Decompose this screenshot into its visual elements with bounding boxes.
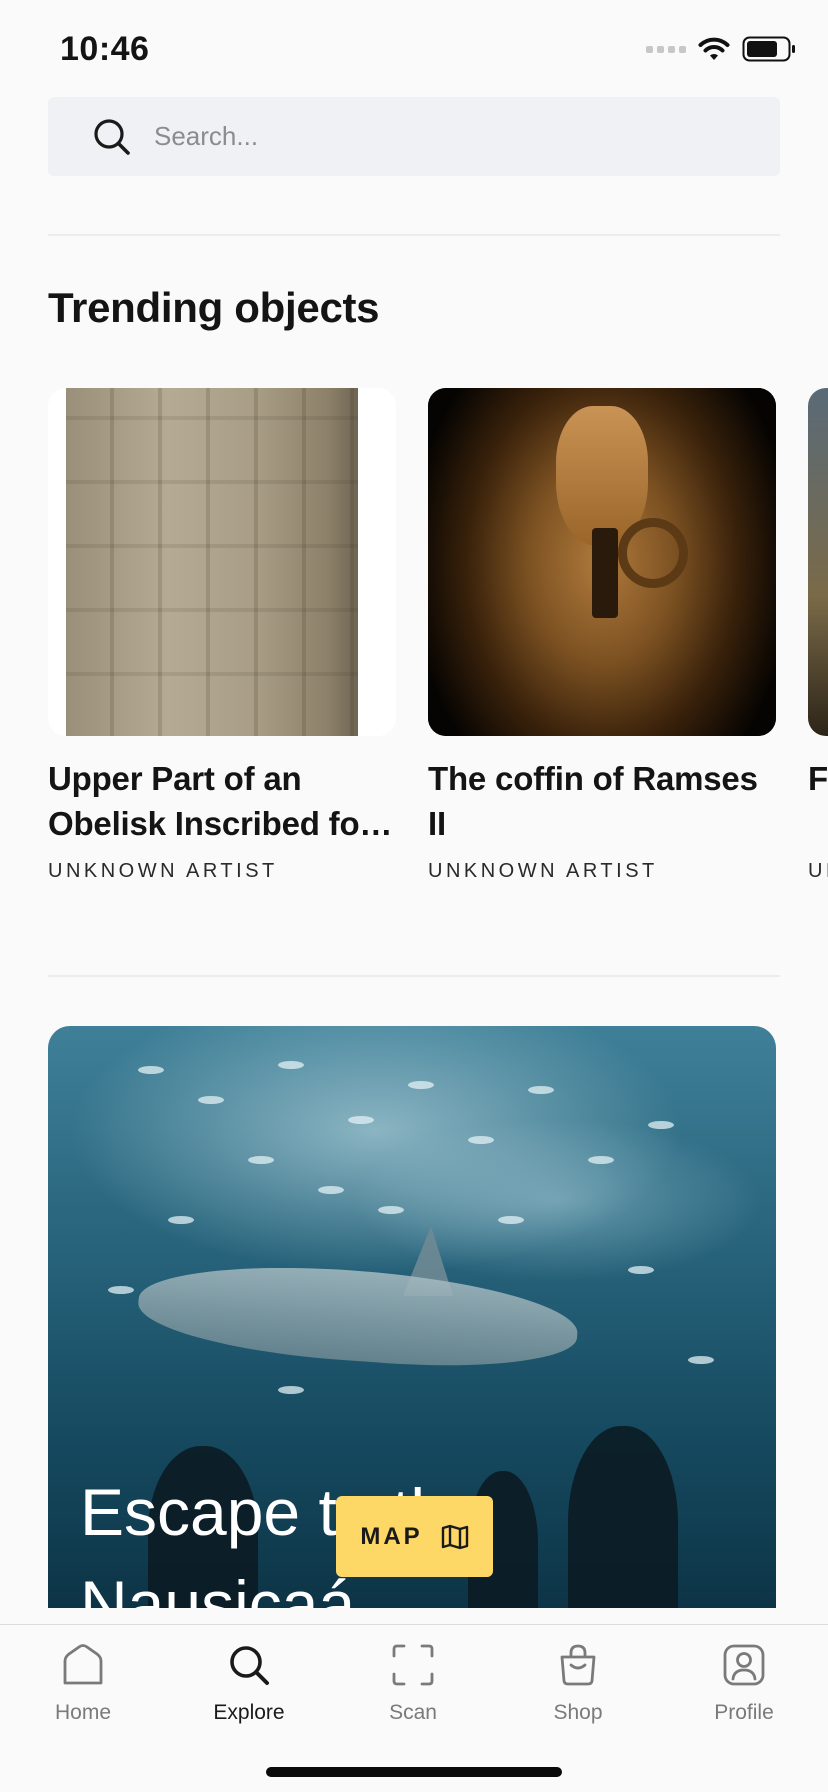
object-image-partial (808, 388, 828, 736)
object-title: Fr (808, 760, 828, 797)
search-input[interactable] (154, 121, 694, 152)
map-button-label: MAP (360, 1522, 423, 1550)
section-divider (48, 234, 780, 236)
section-title-trending: Trending objects (48, 284, 380, 331)
wifi-icon (698, 37, 730, 60)
search-icon (230, 1646, 269, 1685)
shopping-bag-icon (560, 1644, 596, 1686)
search-bar[interactable] (48, 97, 780, 176)
tab-label: Profile (714, 1701, 774, 1724)
object-image-coffin (428, 388, 776, 736)
status-time: 10:46 (60, 30, 150, 68)
search-icon (94, 118, 130, 155)
status-bar: 10:46 (0, 0, 828, 96)
tab-profile[interactable]: Profile (669, 1643, 819, 1725)
tab-shop[interactable]: Shop (503, 1643, 653, 1725)
status-indicators (646, 34, 796, 64)
object-artist: UNKNOWN ARTIST (48, 860, 278, 882)
tab-label: Scan (389, 1701, 437, 1724)
object-artist: UN (808, 860, 828, 882)
object-image-obelisk (48, 388, 396, 736)
map-icon (441, 1524, 468, 1549)
object-title: The coffin of Ramses II (428, 760, 758, 842)
battery-icon (742, 36, 795, 62)
scan-icon (392, 1644, 434, 1686)
tab-scan[interactable]: Scan (338, 1643, 488, 1725)
tab-label: Shop (553, 1701, 603, 1724)
tab-home[interactable]: Home (8, 1643, 158, 1725)
map-button[interactable]: MAP (336, 1496, 493, 1577)
profile-icon (723, 1644, 765, 1686)
home-icon (63, 1644, 103, 1685)
object-card[interactable]: Fr UN (808, 388, 828, 883)
object-card[interactable]: Upper Part of an Obelisk Inscribed fo… U… (48, 388, 396, 883)
object-title: Upper Part of an Obelisk Inscribed fo… (48, 760, 393, 842)
object-artist: UNKNOWN ARTIST (428, 860, 658, 882)
tab-label: Home (54, 1701, 112, 1724)
home-indicator (266, 1767, 562, 1777)
cellular-signal-icon (646, 45, 686, 53)
tab-explore[interactable]: Explore (174, 1643, 324, 1725)
tab-label: Explore (213, 1701, 285, 1724)
object-card[interactable]: The coffin of Ramses II UNKNOWN ARTIST (428, 388, 776, 883)
trending-carousel[interactable]: Upper Part of an Obelisk Inscribed fo… U… (48, 388, 828, 888)
section-divider (48, 975, 780, 977)
